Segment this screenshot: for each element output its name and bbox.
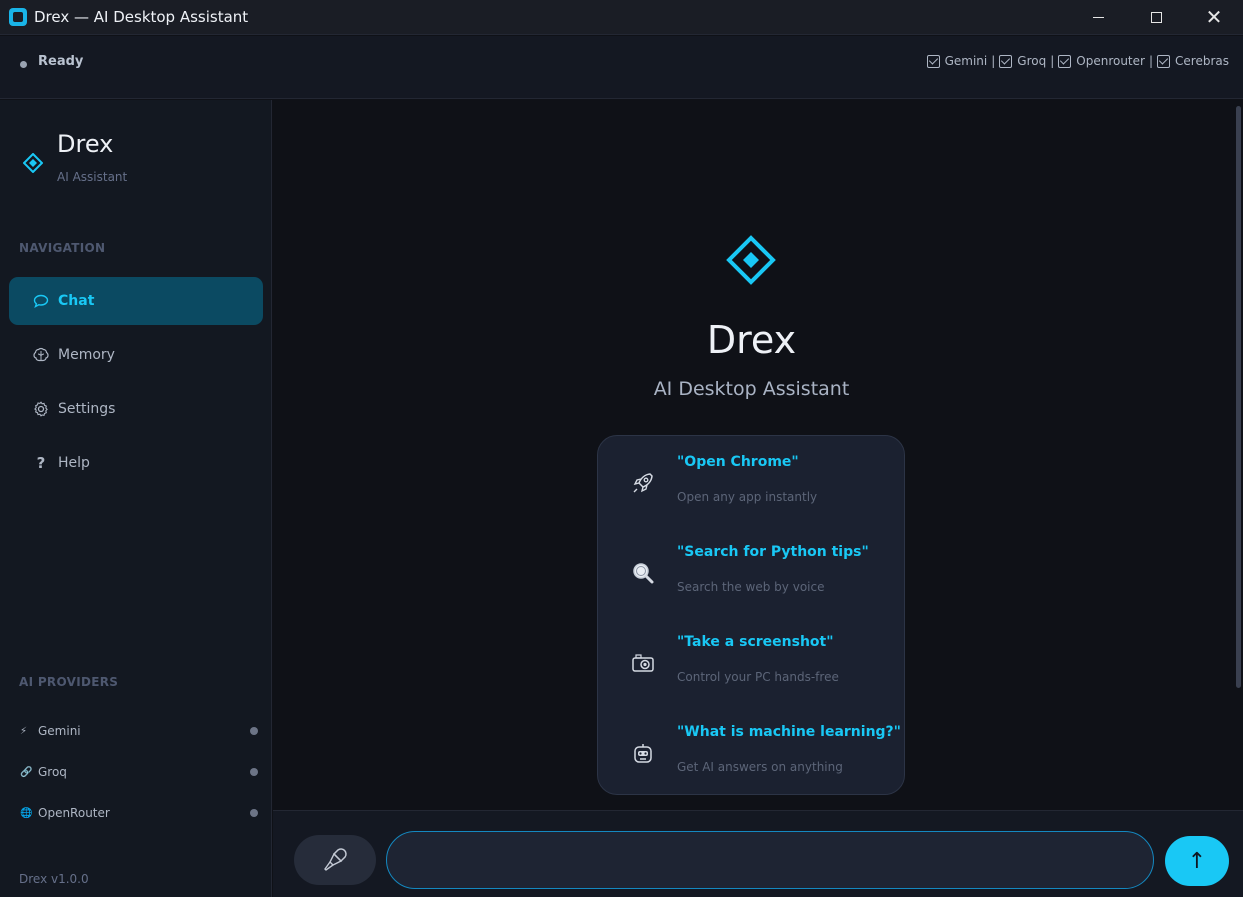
provider-item-gemini: ⚡ Gemini (20, 720, 258, 742)
provider-name: Gemini (38, 724, 81, 738)
provider-item-groq: 🔗 Groq (20, 761, 258, 783)
minimize-icon (1092, 16, 1104, 18)
send-button[interactable]: ↑ (1165, 836, 1229, 886)
chat-bubble-icon (32, 292, 50, 310)
checkbox-checked-icon (926, 54, 940, 68)
provider-name: Groq (38, 765, 67, 779)
nav-item-label: Memory (58, 347, 115, 363)
brain-icon (32, 346, 50, 364)
chat-message-input[interactable] (386, 831, 1154, 889)
provider-check-label: Openrouter (1076, 54, 1145, 68)
provider-item-openrouter: 🌐 OpenRouter (20, 802, 258, 824)
status-indicator-dot (20, 61, 27, 68)
robot-icon (626, 736, 660, 770)
sidebar: Drex AI Assistant NAVIGATION Chat Memory… (0, 100, 272, 897)
globe-icon: 🌐 (20, 807, 33, 819)
suggestion-machine-learning[interactable]: "What is machine learning?" Get AI answe… (598, 706, 904, 796)
provider-check-gemini[interactable]: Gemini (926, 54, 988, 68)
provider-check-label: Groq (1017, 54, 1047, 68)
diamond-logo-icon (23, 153, 43, 173)
separator: | (1148, 54, 1154, 68)
provider-check-groq[interactable]: Groq (999, 54, 1046, 68)
diamond-logo-icon (726, 235, 776, 285)
status-bar: Ready Gemini | Groq | Openrouter | Cereb… (0, 36, 1243, 99)
rocket-icon (626, 466, 660, 500)
suggestion-description: Open any app instantly (677, 490, 818, 504)
maximize-button[interactable] (1127, 0, 1185, 35)
provider-checkboxes: Gemini | Groq | Openrouter | Cerebras (926, 54, 1229, 68)
nav-item-chat[interactable]: Chat (9, 277, 263, 325)
suggestion-title: "Search for Python tips" (677, 544, 869, 560)
navigation-section-label: NAVIGATION (19, 241, 106, 255)
suggestion-open-chrome[interactable]: "Open Chrome" Open any app instantly (598, 436, 904, 526)
suggestion-title: "Take a screenshot" (677, 634, 834, 650)
app-icon (9, 8, 27, 26)
lightning-icon: ⚡ (20, 725, 28, 737)
suggestion-search-python[interactable]: "Search for Python tips" Search the web … (598, 526, 904, 616)
provider-check-openrouter[interactable]: Openrouter (1058, 54, 1145, 68)
suggestion-description: Get AI answers on anything (677, 760, 843, 774)
status-text: Ready (38, 54, 84, 69)
provider-check-label: Cerebras (1175, 54, 1229, 68)
suggestions-card: "Open Chrome" Open any app instantly "Se… (597, 435, 905, 795)
brand-name: Drex (57, 130, 114, 158)
microphone-icon (324, 848, 347, 871)
scrollbar[interactable] (1236, 106, 1241, 688)
nav-item-label: Chat (58, 293, 95, 309)
suggestion-title: "Open Chrome" (677, 454, 799, 470)
nav-item-label: Help (58, 455, 90, 471)
window-controls: ✕ (1069, 0, 1243, 35)
provider-status-dot (250, 768, 258, 776)
question-icon: ? (36, 454, 46, 472)
version-label: Drex v1.0.0 (19, 872, 89, 886)
close-button[interactable]: ✕ (1185, 0, 1243, 35)
send-arrow-icon: ↑ (1187, 848, 1207, 874)
suggestion-description: Search the web by voice (677, 580, 825, 594)
close-icon: ✕ (1205, 5, 1223, 29)
provider-check-label: Gemini (944, 54, 988, 68)
provider-status-dot (250, 809, 258, 817)
minimize-button[interactable] (1069, 0, 1127, 35)
chat-area[interactable]: Drex AI Desktop Assistant "Open Chrome" … (273, 100, 1243, 810)
checkbox-checked-icon (999, 54, 1013, 68)
nav-item-label: Settings (58, 401, 116, 417)
suggestion-screenshot[interactable]: "Take a screenshot" Control your PC hand… (598, 616, 904, 706)
window-title: Drex — AI Desktop Assistant (34, 8, 249, 26)
microphone-button[interactable] (294, 835, 376, 885)
nav-item-settings[interactable]: Settings (9, 385, 263, 433)
hero-subtitle: AI Desktop Assistant (653, 378, 850, 400)
providers-section-label: AI PROVIDERS (19, 675, 119, 689)
magnifier-icon (626, 556, 660, 590)
suggestion-description: Control your PC hands-free (677, 670, 839, 684)
separator: | (1050, 54, 1055, 68)
separator: | (991, 54, 996, 68)
maximize-icon (1150, 11, 1162, 23)
camera-icon (626, 646, 660, 680)
link-icon: 🔗 (20, 766, 33, 778)
gear-icon (32, 400, 50, 418)
nav-item-memory[interactable]: Memory (9, 331, 263, 379)
provider-name: OpenRouter (38, 806, 110, 820)
brand-subtitle: AI Assistant (57, 170, 128, 184)
nav-item-help[interactable]: ? Help (9, 439, 263, 487)
checkbox-checked-icon (1058, 54, 1072, 68)
provider-status-dot (250, 727, 258, 735)
suggestion-title: "What is machine learning?" (677, 724, 901, 740)
checkbox-checked-icon (1157, 54, 1171, 68)
provider-check-cerebras[interactable]: Cerebras (1157, 54, 1229, 68)
hero-title: Drex (706, 318, 797, 362)
title-bar: Drex — AI Desktop Assistant ✕ (0, 0, 1243, 35)
input-bar: ↑ (273, 810, 1243, 897)
